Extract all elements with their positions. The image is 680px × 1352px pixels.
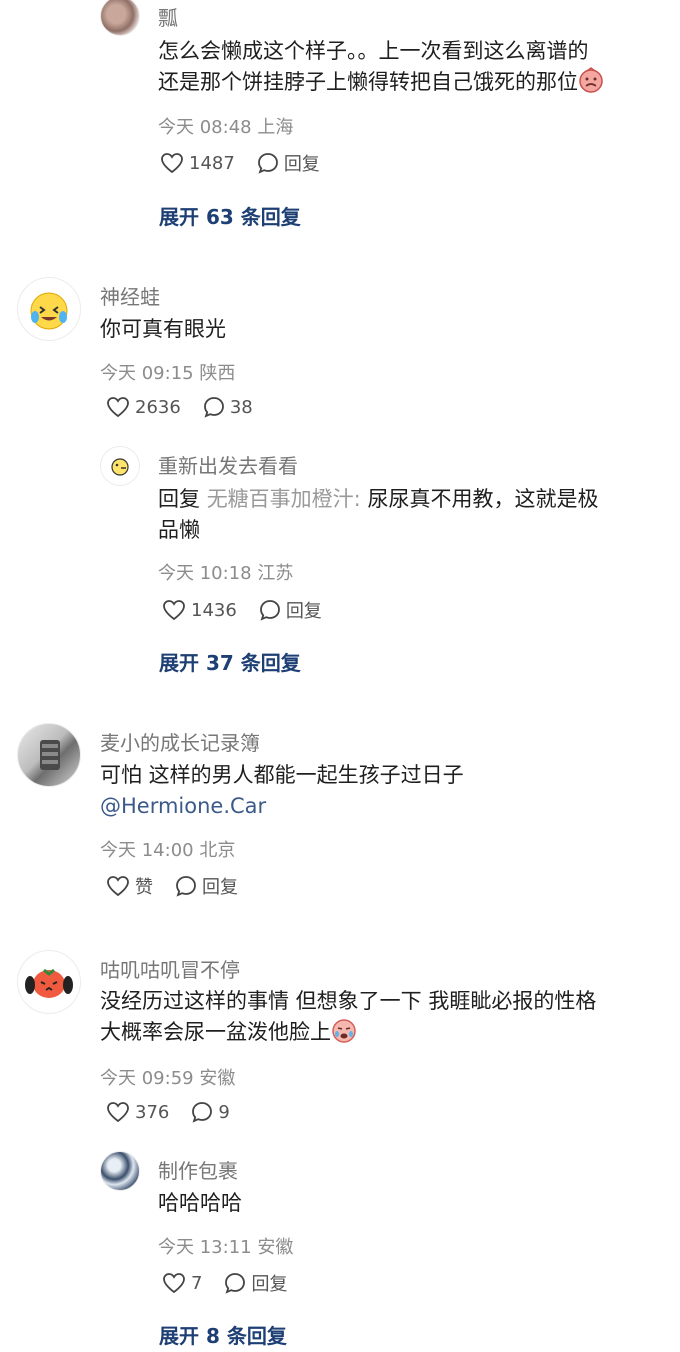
comment-text: 怎么会懒成这个样子。。上一次看到这么离谱的 还是那个饼挂脖子上懒得转把自己饿死的… <box>158 36 658 102</box>
laughing-face-icon <box>30 292 68 330</box>
like-button[interactable]: 7 <box>162 1272 202 1294</box>
comment-meta: 今天 09:59 安徽 <box>100 1068 236 1089</box>
like-button[interactable]: 1487 <box>160 152 235 174</box>
comment-icon <box>176 876 196 897</box>
comment-text: 可怕 这样的男人都能一起生孩子过日子 @Hermione.Car <box>100 760 660 822</box>
comment-actions: 赞 回复 <box>106 873 260 899</box>
expand-replies-button[interactable]: 展开 37 条回复 <box>159 647 301 676</box>
duck-icon <box>111 458 129 476</box>
comment-actions: 1436 回复 <box>162 597 344 623</box>
commenter-name[interactable]: 制作包裹 <box>158 1155 238 1184</box>
comment-text: 回复 无糖百事加橙汁: 尿尿真不用教，这就是极 品懒 <box>158 487 599 542</box>
avatar[interactable] <box>100 1151 140 1191</box>
like-button[interactable]: 376 <box>106 1101 169 1123</box>
reply-button[interactable]: 回复 <box>224 1270 287 1296</box>
reply-count: 9 <box>218 1101 230 1123</box>
commenter-name[interactable]: 咕叽咕叽冒不停 <box>100 954 240 983</box>
comment-meta: 今天 10:18 江苏 <box>158 563 294 584</box>
comment-icon <box>225 1273 246 1294</box>
avatar[interactable] <box>17 277 81 341</box>
comment-icon <box>259 600 280 621</box>
avatar[interactable] <box>100 446 140 486</box>
reply-button[interactable]: 9 <box>191 1101 230 1123</box>
reply-button[interactable]: 38 <box>203 396 253 418</box>
reply-button[interactable]: 回复 <box>259 597 322 623</box>
tomato-character-icon <box>25 968 73 998</box>
comment-text: 没经历过这样的事情 但想象了一下 我睚眦必报的性格 大概率会尿一盆泼他脸上 <box>100 986 660 1052</box>
comment-text: 哈哈哈哈 <box>158 1191 242 1215</box>
comment-text: 你可真有眼光 <box>100 317 226 341</box>
like-count: 7 <box>191 1272 203 1294</box>
comment-meta: 今天 09:15 陕西 <box>100 363 236 384</box>
heart-icon <box>161 153 183 174</box>
avatar[interactable] <box>17 723 81 787</box>
reply-button[interactable]: 回复 <box>175 873 238 899</box>
comment-actions: 7 回复 <box>162 1270 309 1296</box>
like-button[interactable]: 2636 <box>106 396 181 418</box>
reply-button[interactable]: 回复 <box>257 150 320 176</box>
like-button[interactable]: 1436 <box>162 599 237 621</box>
like-count: 1436 <box>191 599 237 621</box>
expand-replies-button[interactable]: 展开 63 条回复 <box>159 201 301 230</box>
comment-icon <box>203 397 224 418</box>
heart-icon <box>163 600 185 621</box>
avatar[interactable] <box>100 0 140 36</box>
expand-replies-button[interactable]: 展开 8 条回复 <box>159 1320 287 1349</box>
commenter-name[interactable]: 神经蛙 <box>100 281 160 310</box>
mention-link[interactable]: @Hermione.Car <box>100 791 660 822</box>
commenter-name[interactable]: 麦小的成长记录簿 <box>100 727 260 756</box>
quoted-user[interactable]: 无糖百事加橙汁: <box>207 487 361 511</box>
comment-icon <box>192 1102 213 1123</box>
comment-meta: 今天 14:00 北京 <box>100 840 236 861</box>
heart-icon <box>107 397 129 418</box>
commenter-name[interactable]: 瓢 <box>158 2 178 31</box>
comment-actions: 376 9 <box>106 1101 252 1123</box>
heart-icon <box>107 1102 129 1123</box>
avatar[interactable] <box>17 950 81 1014</box>
heart-icon <box>163 1273 185 1294</box>
comment-meta: 今天 13:11 安徽 <box>158 1237 294 1258</box>
like-button[interactable]: 赞 <box>106 873 153 899</box>
comment-actions: 1487 回复 <box>160 150 342 176</box>
reply-count: 38 <box>229 396 253 418</box>
comment-meta: 今天 08:48 上海 <box>158 117 294 138</box>
heart-icon <box>107 876 129 897</box>
like-count: 1487 <box>189 152 235 174</box>
cat-photo-icon <box>40 740 60 770</box>
commenter-name[interactable]: 重新出发去看看 <box>158 450 298 479</box>
like-count: 376 <box>135 1101 170 1123</box>
like-count: 2636 <box>135 396 181 418</box>
comment-actions: 2636 38 <box>106 396 275 418</box>
sad-emoji-icon <box>578 67 604 102</box>
like-label: 赞 <box>135 877 153 898</box>
comment-icon <box>257 153 278 174</box>
crying-emoji-icon <box>331 1017 357 1052</box>
